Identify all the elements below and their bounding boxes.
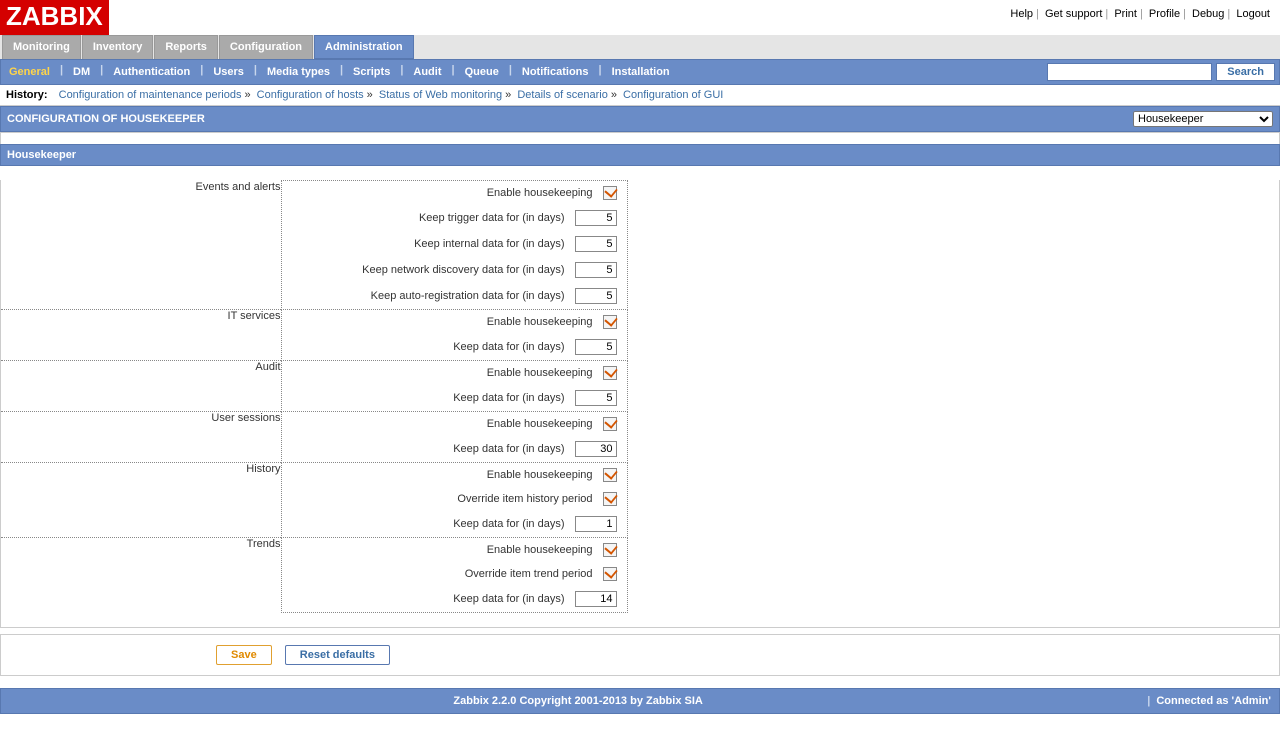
history-link[interactable]: Configuration of hosts <box>257 89 364 101</box>
trends-keep-input[interactable] <box>575 591 617 607</box>
audit-keep-input[interactable] <box>575 390 617 406</box>
subtab-installation[interactable]: Installation <box>608 64 674 80</box>
support-link[interactable]: Get support <box>1045 8 1102 20</box>
page-title: CONFIGURATION OF HOUSEKEEPER <box>7 113 205 125</box>
label-override-history: Override item history period <box>292 493 593 505</box>
history-bar: History: Configuration of maintenance pe… <box>0 85 1280 106</box>
subtab-authentication[interactable]: Authentication <box>109 64 194 80</box>
sessions-enable-checkbox[interactable] <box>603 417 617 431</box>
history-link[interactable]: Configuration of GUI <box>623 89 723 101</box>
group-events-label: Events and alerts <box>1 181 281 310</box>
history-link[interactable]: Status of Web monitoring <box>379 89 502 101</box>
label-enable: Enable housekeeping <box>292 367 593 379</box>
reset-defaults-button[interactable]: Reset defaults <box>285 645 390 665</box>
sessions-keep-input[interactable] <box>575 441 617 457</box>
label-enable: Enable housekeeping <box>292 418 593 430</box>
label-keep-data: Keep data for (in days) <box>292 443 565 455</box>
debug-link[interactable]: Debug <box>1192 8 1224 20</box>
view-select[interactable]: Housekeeper <box>1133 111 1273 127</box>
trends-enable-checkbox[interactable] <box>603 543 617 557</box>
subtab-general[interactable]: General <box>5 64 54 80</box>
events-enable-checkbox[interactable] <box>603 186 617 200</box>
history-label: History: <box>6 89 48 101</box>
profile-link[interactable]: Profile <box>1149 8 1180 20</box>
events-network-input[interactable] <box>575 262 617 278</box>
label-enable: Enable housekeeping <box>292 187 593 199</box>
tab-inventory[interactable]: Inventory <box>82 35 154 59</box>
label-keep-data: Keep data for (in days) <box>292 593 565 605</box>
label-keep-network: Keep network discovery data for (in days… <box>292 264 565 276</box>
events-internal-input[interactable] <box>575 236 617 252</box>
tab-reports[interactable]: Reports <box>154 35 218 59</box>
audit-enable-checkbox[interactable] <box>603 366 617 380</box>
zabbix-logo[interactable]: ZABBIX <box>0 0 109 35</box>
subtab-dm[interactable]: DM <box>69 64 94 80</box>
label-enable: Enable housekeeping <box>292 316 593 328</box>
history-override-checkbox[interactable] <box>603 492 617 506</box>
tab-monitoring[interactable]: Monitoring <box>2 35 81 59</box>
print-link[interactable]: Print <box>1114 8 1137 20</box>
main-tabs: Monitoring Inventory Reports Configurati… <box>0 35 1280 59</box>
label-keep-autoreg: Keep auto-registration data for (in days… <box>292 290 565 302</box>
section-header: Housekeeper <box>0 144 1280 166</box>
logout-link[interactable]: Logout <box>1236 8 1270 20</box>
save-button[interactable]: Save <box>216 645 272 665</box>
subtab-queue[interactable]: Queue <box>461 64 503 80</box>
footer-connected[interactable]: Connected as 'Admin' <box>1156 695 1271 707</box>
events-trigger-input[interactable] <box>575 210 617 226</box>
help-link[interactable]: Help <box>1010 8 1033 20</box>
group-it-label: IT services <box>1 310 281 361</box>
label-enable: Enable housekeeping <box>292 544 593 556</box>
footer-copyright[interactable]: Zabbix 2.2.0 Copyright 2001-2013 by Zabb… <box>453 695 702 707</box>
label-enable: Enable housekeeping <box>292 469 593 481</box>
trends-override-checkbox[interactable] <box>603 567 617 581</box>
history-link[interactable]: Details of scenario <box>517 89 608 101</box>
top-links: Help| Get support| Print| Profile| Debug… <box>1010 0 1276 20</box>
sub-tabs: General| DM| Authentication| Users| Medi… <box>0 59 1280 85</box>
label-keep-data: Keep data for (in days) <box>292 392 565 404</box>
it-keep-input[interactable] <box>575 339 617 355</box>
footer: Zabbix 2.2.0 Copyright 2001-2013 by Zabb… <box>0 688 1280 714</box>
it-enable-checkbox[interactable] <box>603 315 617 329</box>
label-keep-data: Keep data for (in days) <box>292 518 565 530</box>
label-override-trend: Override item trend period <box>292 568 593 580</box>
history-enable-checkbox[interactable] <box>603 468 617 482</box>
search-button[interactable]: Search <box>1216 63 1275 81</box>
history-keep-input[interactable] <box>575 516 617 532</box>
subtab-scripts[interactable]: Scripts <box>349 64 394 80</box>
label-keep-internal: Keep internal data for (in days) <box>292 238 565 250</box>
subtab-notifications[interactable]: Notifications <box>518 64 593 80</box>
subtab-users[interactable]: Users <box>209 64 248 80</box>
search-input[interactable] <box>1047 63 1212 81</box>
tab-administration[interactable]: Administration <box>314 35 414 59</box>
subtab-audit[interactable]: Audit <box>409 64 445 80</box>
button-bar: Save Reset defaults <box>0 634 1280 676</box>
group-sessions-label: User sessions <box>1 412 281 463</box>
label-keep-data: Keep data for (in days) <box>292 341 565 353</box>
label-keep-trigger: Keep trigger data for (in days) <box>292 212 565 224</box>
events-autoreg-input[interactable] <box>575 288 617 304</box>
group-trends-label: Trends <box>1 538 281 613</box>
page-title-bar: CONFIGURATION OF HOUSEKEEPER Housekeeper <box>0 106 1280 132</box>
tab-configuration[interactable]: Configuration <box>219 35 313 59</box>
subtab-media-types[interactable]: Media types <box>263 64 334 80</box>
history-link[interactable]: Configuration of maintenance periods <box>59 89 242 101</box>
group-audit-label: Audit <box>1 361 281 412</box>
group-history-label: History <box>1 463 281 538</box>
